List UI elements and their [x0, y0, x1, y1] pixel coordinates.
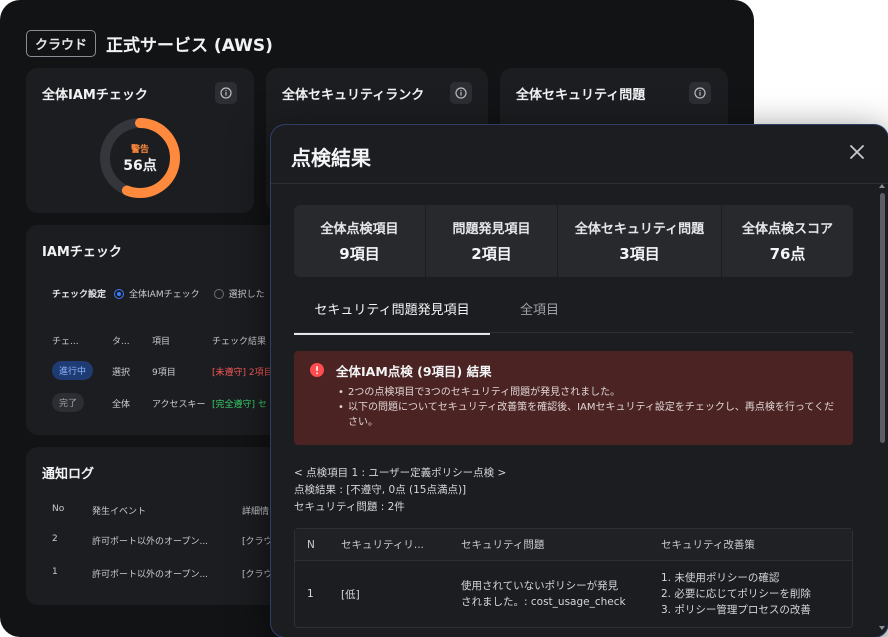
- summary-security-issues: 全体セキュリティ問題 3項目: [558, 205, 721, 277]
- summary-value: 76点: [769, 245, 806, 263]
- status-badge: 進行中: [52, 361, 94, 380]
- donut-status-label: 警告: [130, 144, 149, 155]
- summary-value: 3項目: [619, 245, 660, 263]
- log-row-event[interactable]: 許可ポート以外のオープン...: [92, 567, 208, 580]
- iam-header-result: チェック結果: [212, 337, 267, 347]
- row-no: 1: [307, 588, 314, 600]
- summary-value: 2項目: [471, 245, 512, 263]
- info-icon[interactable]: [450, 82, 472, 104]
- inspection-result-line: 点検結果 : [不遵守, 0点 (15点満点)]: [294, 484, 467, 496]
- donut-text: 警告 56点: [98, 116, 182, 200]
- radio-selected-icon: [114, 288, 125, 299]
- summary-label: 全体点検項目: [320, 222, 399, 237]
- notification-log-title: 通知ログ: [42, 467, 95, 482]
- row-result: [未遵守] 2項目: [212, 368, 273, 378]
- tab-security-issues[interactable]: セキュリティ問題発見項目: [294, 299, 490, 335]
- iam-check-card-title: 全体IAMチェック: [42, 88, 148, 103]
- row-item: アクセスキー: [152, 400, 206, 410]
- summary-label: 全体点検スコア: [741, 222, 833, 237]
- scroll-down-icon[interactable]: [879, 625, 885, 631]
- scroll-up-icon[interactable]: [879, 183, 885, 189]
- info-icon[interactable]: [689, 82, 711, 104]
- summary-label: 全体セキュリティ問題: [574, 222, 705, 237]
- result-table: N セキュリティリ... セキュリティ問題 セキュリティ改善策 1 [低] 使用…: [294, 528, 853, 628]
- row-level: [低]: [341, 588, 360, 601]
- cloud-badge[interactable]: クラウド: [26, 30, 97, 57]
- result-tabs: セキュリティ問題発見項目 全項目: [294, 289, 853, 335]
- row-fix-line: 2. 必要に応じてポリシーを削除: [661, 588, 811, 600]
- summary-label: 問題発見項目: [452, 222, 531, 237]
- result-alert: 全体IAM点検 (9項目) 結果 2つの点検項目で3つのセキュリティ問題が発見さ…: [294, 351, 853, 445]
- modal-title: 点検結果: [291, 146, 371, 170]
- summary-panel: 全体点検項目 9項目 問題発見項目 2項目 全体セキュリティ問題 3項目 全体点…: [294, 205, 853, 277]
- status-badge: 完了: [52, 393, 85, 412]
- summary-total-items: 全体点検項目 9項目: [294, 205, 425, 277]
- radio-selected-iam[interactable]: 選択した: [213, 287, 265, 300]
- table-row[interactable]: 進行中: [52, 361, 94, 380]
- security-issues-card-title: 全体セキュリティ問題: [516, 88, 646, 103]
- iam-header-type: タ...: [112, 337, 130, 347]
- check-setting-row: チェック設定 全体IAMチェック 選択した: [52, 287, 265, 300]
- iam-header-item: 項目: [152, 337, 171, 347]
- row-type: 全体: [112, 400, 131, 410]
- column-header-no[interactable]: N: [295, 539, 341, 551]
- log-header-event: 発生イベント: [92, 507, 147, 517]
- row-issue-line: 使用されていないポリシーが発見: [461, 580, 619, 592]
- column-header-fix[interactable]: セキュリティ改善策: [661, 537, 852, 553]
- alert-bullet: 以下の問題についてセキュリティ改善策を確認後、IAMセキュリティ設定をチェックし…: [338, 400, 837, 430]
- iam-section-title: IAMチェック: [42, 245, 122, 260]
- check-setting-label: チェック設定: [52, 290, 107, 300]
- error-icon: [310, 363, 324, 377]
- result-table-header: N セキュリティリ... セキュリティ問題 セキュリティ改善策: [295, 529, 852, 561]
- alert-title: 全体IAM点検 (9項目) 結果: [336, 364, 492, 379]
- modal-scrollbar[interactable]: [880, 193, 885, 443]
- log-row-no: 2: [52, 534, 58, 544]
- close-icon[interactable]: [848, 143, 866, 161]
- iam-header-status: チェ...: [52, 337, 79, 347]
- modal-divider: [271, 183, 888, 184]
- row-issue-line: されました。: cost_usage_check: [461, 596, 626, 608]
- inspection-result-modal: 点検結果 全体点検項目 9項目 問題発見項目 2項目 全体セキュリティ問題 3項…: [271, 125, 888, 637]
- log-header-detail: 詳細情: [242, 507, 270, 517]
- alert-bullet: 2つの点検項目で3つのセキュリティ問題が発見されました。: [338, 385, 837, 400]
- table-row[interactable]: 完了: [52, 393, 85, 412]
- security-rank-card-title: 全体セキュリティランク: [282, 88, 425, 103]
- radio-all-label: 全体IAMチェック: [129, 290, 200, 300]
- summary-problem-items: 問題発見項目 2項目: [426, 205, 557, 277]
- row-fix: 1. 未使用ポリシーの確認 2. 必要に応じてポリシーを削除 3. ポリシー管理…: [661, 570, 852, 618]
- service-title: 正式サービス (AWS): [106, 36, 273, 56]
- donut-score-value: 56点: [123, 157, 157, 174]
- inspection-item-info: < 点検項目 1 : ユーザー定義ポリシー点検 > 点検結果 : [不遵守, 0…: [294, 465, 506, 516]
- row-item: 9項目: [152, 368, 176, 378]
- column-header-level[interactable]: セキュリティリ...: [341, 537, 461, 552]
- table-row[interactable]: 1 [低] 使用されていないポリシーが発見 されました。: cost_usage…: [295, 561, 852, 627]
- row-fix-line: 1. 未使用ポリシーの確認: [661, 572, 780, 584]
- inspection-item-heading: < 点検項目 1 : ユーザー定義ポリシー点検 >: [294, 467, 507, 479]
- dashboard-header: クラウド 正式サービス (AWS): [26, 30, 273, 57]
- radio-unselected-icon: [213, 288, 224, 299]
- iam-check-card: 全体IAMチェック 警告 56点: [26, 68, 254, 213]
- tab-all-items[interactable]: 全項目: [520, 299, 559, 333]
- row-issue: 使用されていないポリシーが発見 されました。: cost_usage_check: [461, 578, 661, 610]
- radio-all-iam[interactable]: 全体IAMチェック: [114, 287, 200, 300]
- summary-total-score: 全体点検スコア 76点: [722, 205, 853, 277]
- column-header-issue[interactable]: セキュリティ問題: [461, 537, 661, 553]
- info-icon[interactable]: [215, 82, 237, 104]
- row-result: [完全遵守] セ: [212, 400, 267, 410]
- summary-value: 9項目: [339, 245, 380, 263]
- alert-bullets: 2つの点検項目で3つのセキュリティ問題が発見されました。 以下の問題についてセキ…: [336, 385, 837, 430]
- log-row-no: 1: [52, 567, 58, 577]
- log-row-event[interactable]: 許可ポート以外のオープン...: [92, 534, 208, 547]
- log-row-detail: [クラウ: [242, 537, 273, 547]
- log-header-no: No: [52, 504, 65, 514]
- row-type: 選択: [112, 368, 131, 378]
- row-fix-line: 3. ポリシー管理プロセスの改善: [661, 604, 811, 616]
- log-row-detail: [クラウ: [242, 570, 273, 580]
- radio-selected-label: 選択した: [228, 290, 265, 300]
- security-issue-count: セキュリティ問題 : 2件: [294, 501, 405, 513]
